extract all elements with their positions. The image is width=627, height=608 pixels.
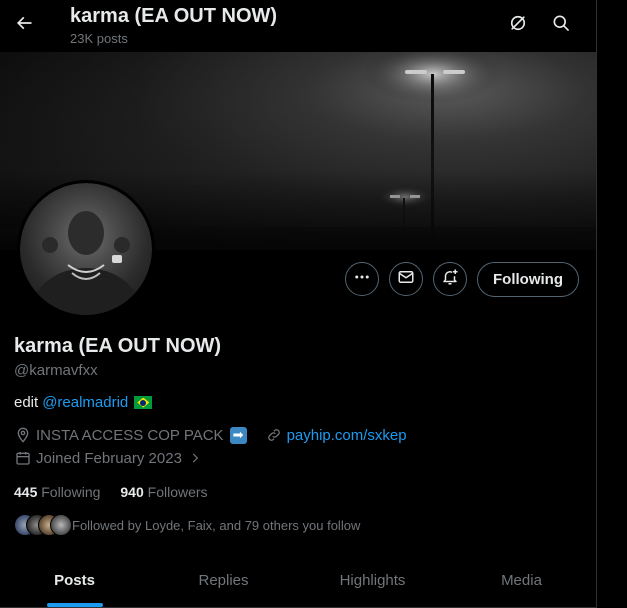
followed-by-text: Followed by Loyde, Faix, and 79 others y… xyxy=(72,517,361,533)
mutual-avatars xyxy=(14,514,72,536)
followers-stat[interactable]: 940 Followers xyxy=(120,484,207,500)
following-label: Following xyxy=(41,484,101,500)
bio: edit @realmadrid xyxy=(14,394,153,411)
active-tab-indicator xyxy=(46,603,103,607)
display-name: karma (EA OUT NOW) xyxy=(14,335,222,357)
tab-replies[interactable]: Replies xyxy=(149,554,298,607)
more-button[interactable] xyxy=(345,262,379,296)
location-text: INSTA ACCESS COP PACK xyxy=(36,426,224,444)
profile-meta-row: INSTA ACCESS COP PACK ➡ payhip.com/sxkep xyxy=(14,426,407,444)
tab-posts[interactable]: Posts xyxy=(0,554,149,607)
avatar-image xyxy=(20,183,152,315)
website-link[interactable]: payhip.com/sxkep xyxy=(287,427,407,444)
bell-plus-icon xyxy=(441,268,459,291)
tab-label: Replies xyxy=(198,572,249,589)
back-button[interactable] xyxy=(7,8,41,42)
arrow-left-icon xyxy=(14,13,34,38)
following-stat[interactable]: 445 Following xyxy=(14,484,100,500)
followed-by[interactable]: Followed by Loyde, Faix, and 79 others y… xyxy=(14,514,360,536)
post-count: 23K posts xyxy=(70,31,128,46)
chevron-right-icon xyxy=(186,449,204,467)
followers-count: 940 xyxy=(120,484,144,500)
bio-mention-link[interactable]: @realmadrid xyxy=(42,394,128,411)
search-icon xyxy=(551,13,571,38)
joined-row[interactable]: Joined February 2023 xyxy=(14,449,204,467)
calendar-icon xyxy=(14,449,32,467)
avatar[interactable] xyxy=(17,180,155,318)
following-count: 445 xyxy=(14,484,38,500)
tab-label: Posts xyxy=(54,572,95,589)
profile-header: karma (EA OUT NOW) 23K posts xyxy=(0,0,596,52)
following-button[interactable]: Following xyxy=(477,262,579,297)
followers-label: Followers xyxy=(147,484,208,500)
follow-stats: 445 Following 940 Followers xyxy=(14,484,208,500)
joined-text: Joined February 2023 xyxy=(36,449,182,467)
search-button[interactable] xyxy=(544,8,578,42)
message-button[interactable] xyxy=(389,262,423,296)
right-arrow-emoji-icon: ➡ xyxy=(229,426,247,444)
tab-label: Highlights xyxy=(339,572,406,589)
bio-text: edit xyxy=(14,394,39,411)
grok-icon xyxy=(508,13,528,38)
tab-media[interactable]: Media xyxy=(447,554,596,607)
more-icon xyxy=(353,268,371,291)
location-pin-icon xyxy=(14,426,32,444)
link-icon xyxy=(265,426,283,444)
profile-page: karma (EA OUT NOW) 23K posts Following k… xyxy=(0,0,627,608)
mail-icon xyxy=(397,268,415,291)
profile-tabs: Posts Replies Highlights Media xyxy=(0,554,596,608)
header-title: karma (EA OUT NOW) xyxy=(70,5,278,27)
notify-button[interactable] xyxy=(433,262,467,296)
column-divider xyxy=(596,0,597,608)
mutual-avatar xyxy=(50,514,72,536)
brazil-flag-icon xyxy=(134,396,153,409)
user-handle: @karmavfxx xyxy=(14,362,98,379)
tab-highlights[interactable]: Highlights xyxy=(298,554,447,607)
grok-button[interactable] xyxy=(501,8,535,42)
tab-label: Media xyxy=(501,572,542,589)
